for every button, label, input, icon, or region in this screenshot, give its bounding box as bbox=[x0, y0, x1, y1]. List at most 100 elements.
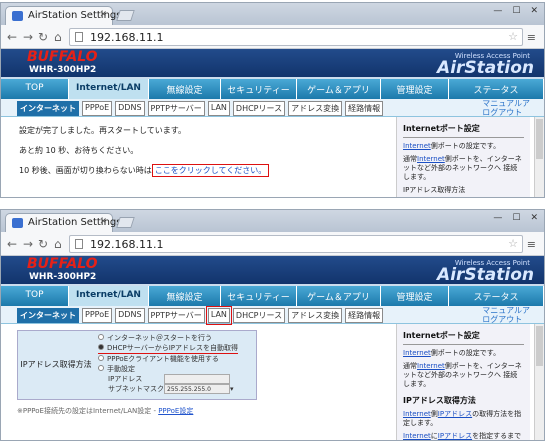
browser-tab[interactable]: AirStation Settings ✕ bbox=[5, 213, 121, 232]
close-window-icon[interactable]: ✕ bbox=[530, 213, 538, 223]
browser-tab[interactable]: AirStation Settings ✕ bbox=[5, 6, 121, 25]
subtab-lan[interactable]: LAN bbox=[205, 306, 232, 325]
tab-status[interactable]: ステータス bbox=[449, 286, 544, 306]
forward-icon[interactable]: → bbox=[23, 30, 33, 44]
address-bar[interactable]: 192.168.11.1 ☆ bbox=[69, 28, 523, 46]
manual-link[interactable]: マニュアルア bbox=[482, 99, 530, 108]
scrollbar[interactable] bbox=[534, 324, 544, 440]
home-icon[interactable]: ⌂ bbox=[54, 30, 62, 44]
tab-top[interactable]: TOP bbox=[1, 286, 69, 306]
close-tab-icon[interactable]: ✕ bbox=[99, 10, 107, 20]
subtab-route[interactable]: 経路情報 bbox=[345, 101, 384, 116]
toolbar: ← → ↻ ⌂ 192.168.11.1 ☆ ≡ bbox=[1, 25, 544, 49]
page-icon bbox=[75, 32, 83, 42]
maximize-icon[interactable]: ☐ bbox=[512, 6, 520, 16]
subtab-ddns[interactable]: DDNS bbox=[115, 308, 145, 323]
radio-selected[interactable] bbox=[98, 344, 104, 350]
close-tab-icon[interactable]: ✕ bbox=[99, 217, 107, 227]
option-internet-start[interactable]: インターネット＠スタートを行う bbox=[98, 333, 238, 343]
help-p1: Internet側ポートの設定です。 bbox=[403, 349, 524, 358]
radio[interactable] bbox=[98, 334, 104, 340]
subnet-select[interactable]: 255.255.255.0 bbox=[164, 384, 230, 394]
subtab-pppoe[interactable]: PPPoE bbox=[82, 101, 113, 116]
forward-icon[interactable]: → bbox=[23, 237, 33, 251]
pppoe-settings-link[interactable]: PPPoE設定 bbox=[158, 407, 193, 415]
subtab-internet[interactable]: インターネット bbox=[17, 308, 79, 323]
router-header: BUFFALO WHR-300HP2 Wireless Access Point… bbox=[1, 256, 544, 286]
ip-address-input[interactable] bbox=[164, 374, 230, 384]
subtab-dhcp[interactable]: DHCPリース bbox=[232, 308, 286, 323]
subtab-nat[interactable]: アドレス変換 bbox=[288, 101, 343, 116]
manual-link[interactable]: マニュアルア bbox=[482, 306, 530, 315]
subtab-dhcp[interactable]: DHCPリース bbox=[232, 101, 286, 116]
home-icon[interactable]: ⌂ bbox=[54, 237, 62, 251]
new-tab-button[interactable] bbox=[116, 217, 135, 228]
close-window-icon[interactable]: ✕ bbox=[530, 6, 538, 16]
option-label: DHCPサーバーからIPアドレスを自動取得 bbox=[107, 344, 238, 352]
maximize-icon[interactable]: ☐ bbox=[512, 213, 520, 223]
buffalo-logo: BUFFALO bbox=[27, 49, 98, 65]
bookmark-star-icon[interactable]: ☆ bbox=[508, 237, 518, 250]
minimize-icon[interactable]: — bbox=[493, 6, 502, 16]
tab-security[interactable]: セキュリティー bbox=[221, 79, 297, 99]
reload-icon[interactable]: ↻ bbox=[38, 237, 48, 251]
airstation-logo: AirStation bbox=[437, 265, 534, 285]
help-link[interactable]: IPアドレス bbox=[438, 432, 472, 440]
help-text: に bbox=[430, 432, 438, 440]
tab-title: AirStation Settings bbox=[28, 217, 122, 228]
logout-link[interactable]: ログアウト bbox=[482, 315, 530, 324]
tab-admin[interactable]: 管理設定 bbox=[381, 286, 449, 306]
radio[interactable] bbox=[98, 365, 104, 371]
tab-wireless[interactable]: 無線設定 bbox=[149, 286, 221, 306]
chevron-down-icon[interactable]: ▾ bbox=[230, 385, 234, 393]
ip-address-label: IPアドレス bbox=[108, 375, 143, 383]
logout-link[interactable]: ログアウト bbox=[482, 108, 530, 117]
subtab-ddns[interactable]: DDNS bbox=[115, 101, 145, 116]
scroll-thumb[interactable] bbox=[536, 326, 543, 366]
help-link[interactable]: IPアドレス bbox=[438, 410, 472, 418]
tab-game-apps[interactable]: ゲーム＆アプリ bbox=[297, 286, 381, 306]
address-bar[interactable]: 192.168.11.1 ☆ bbox=[69, 235, 523, 253]
page-favicon-icon bbox=[12, 11, 23, 21]
tab-wireless[interactable]: 無線設定 bbox=[149, 79, 221, 99]
subtab-pptp[interactable]: PPTPサーバー bbox=[147, 101, 205, 116]
option-manual[interactable]: 手動設定 bbox=[98, 364, 238, 374]
tab-admin[interactable]: 管理設定 bbox=[381, 79, 449, 99]
scroll-thumb[interactable] bbox=[536, 119, 543, 159]
help-link[interactable]: Internet bbox=[403, 349, 431, 357]
subtab-nat[interactable]: アドレス変換 bbox=[288, 308, 343, 323]
help-link[interactable]: Internet bbox=[417, 155, 445, 163]
help-link[interactable]: Internet bbox=[417, 362, 445, 370]
tab-security[interactable]: セキュリティー bbox=[221, 286, 297, 306]
tab-status[interactable]: ステータス bbox=[449, 79, 544, 99]
subtab-route[interactable]: 経路情報 bbox=[345, 308, 384, 323]
tab-internet-lan[interactable]: Internet/LAN bbox=[69, 79, 149, 99]
click-here-link[interactable]: ここをクリックしてください。 bbox=[151, 164, 270, 177]
new-tab-button[interactable] bbox=[116, 10, 135, 21]
radio[interactable] bbox=[98, 355, 104, 361]
subtab-pptp[interactable]: PPTPサーバー bbox=[147, 308, 205, 323]
subtab-pppoe[interactable]: PPPoE bbox=[82, 308, 113, 323]
menu-icon[interactable]: ≡ bbox=[527, 238, 536, 251]
help-text: 通常 bbox=[403, 362, 417, 370]
subtab-lan[interactable]: LAN bbox=[207, 101, 230, 116]
redirect-prefix: 10 秒後、画面が切り換わらない時は bbox=[19, 166, 152, 175]
back-icon[interactable]: ← bbox=[7, 30, 17, 44]
option-label: 手動設定 bbox=[107, 365, 135, 373]
minimize-icon[interactable]: — bbox=[493, 213, 502, 223]
tab-internet-lan[interactable]: Internet/LAN bbox=[69, 286, 149, 306]
scrollbar[interactable] bbox=[534, 117, 544, 197]
reload-icon[interactable]: ↻ bbox=[38, 30, 48, 44]
help-link[interactable]: Internet bbox=[403, 142, 431, 150]
bookmark-star-icon[interactable]: ☆ bbox=[508, 30, 518, 43]
menu-icon[interactable]: ≡ bbox=[527, 31, 536, 44]
back-icon[interactable]: ← bbox=[7, 237, 17, 251]
subtab-internet[interactable]: インターネット bbox=[17, 101, 79, 116]
tab-game-apps[interactable]: ゲーム＆アプリ bbox=[297, 79, 381, 99]
help-link[interactable]: Internet bbox=[403, 432, 431, 440]
ip-method-label: IPアドレス取得方法 bbox=[20, 360, 92, 369]
option-pppoe[interactable]: PPPoEクライアント機能を使用する bbox=[98, 354, 238, 364]
help-link[interactable]: Internet bbox=[403, 410, 431, 418]
tab-top[interactable]: TOP bbox=[1, 79, 69, 99]
option-dhcp[interactable]: DHCPサーバーからIPアドレスを自動取得 bbox=[98, 343, 238, 354]
